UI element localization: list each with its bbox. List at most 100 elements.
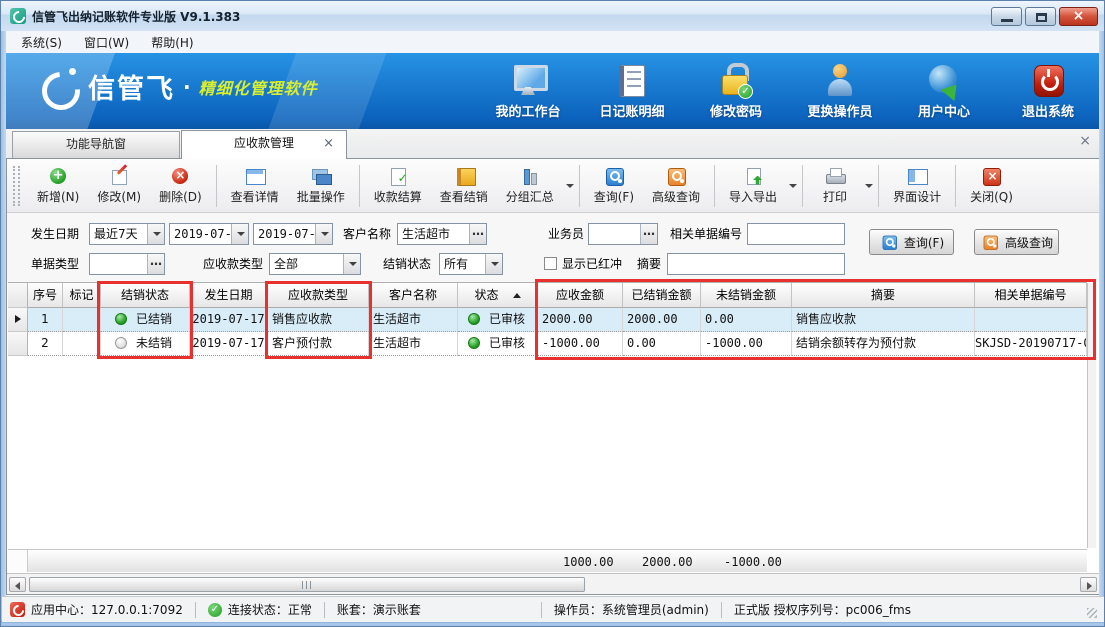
strip-close-icon[interactable]: × xyxy=(1079,133,1091,149)
toolbar-grip[interactable] xyxy=(13,166,20,206)
toolbar-separator xyxy=(216,165,217,207)
banner-action-workbench[interactable]: 我的工作台 xyxy=(487,61,569,120)
column-header-mark[interactable]: 标记 xyxy=(63,283,101,308)
query-filter-button[interactable]: 查询(F) xyxy=(869,229,954,255)
menu-item-system[interactable]: 系统(S) xyxy=(10,32,73,53)
print-dropdown-icon[interactable] xyxy=(865,184,873,188)
minimize-button[interactable] xyxy=(991,7,1022,26)
table-row[interactable]: 2 未结销 2019-07-17 客户预付款 生活超市 已审核 -1000.00… xyxy=(8,332,1087,356)
scroll-right-icon[interactable] xyxy=(1080,577,1097,592)
related-no-input[interactable] xyxy=(747,223,845,245)
import-export-dropdown-icon[interactable] xyxy=(789,184,797,188)
receipt-settle-button[interactable]: 收款结算 xyxy=(365,162,431,210)
column-header-status[interactable]: 状态 xyxy=(458,283,538,308)
settle-status-select[interactable]: 所有 xyxy=(439,253,503,275)
salesman-input[interactable]: … xyxy=(588,223,658,245)
banner-action-usercenter[interactable]: 用户中心 xyxy=(903,61,985,120)
toolbar-separator xyxy=(878,165,879,207)
app-center-status: 应用中心：127.0.0.1:7092 xyxy=(2,601,183,618)
doc-type-input[interactable]: … xyxy=(89,253,165,275)
column-header-unsettled[interactable]: 未结销金额 xyxy=(701,283,792,308)
column-header-customer[interactable]: 客户名称 xyxy=(369,283,458,308)
date-to-input[interactable]: 2019-07-17 xyxy=(253,223,333,245)
chevron-down-icon[interactable] xyxy=(485,254,502,274)
current-row-marker-icon xyxy=(15,315,21,323)
group-summary-button[interactable]: 分组汇总 xyxy=(497,162,563,210)
date-from-input[interactable]: 2019-07-10 xyxy=(169,223,249,245)
add-button[interactable]: 新增(N) xyxy=(28,162,88,210)
menu-item-help[interactable]: 帮助(H) xyxy=(140,32,204,53)
delete-button[interactable]: 删除(D) xyxy=(150,162,211,210)
row-selector[interactable] xyxy=(8,308,28,332)
banner-action-journal[interactable]: 日记账明细 xyxy=(591,61,673,120)
receivable-type-select[interactable]: 全部 xyxy=(269,253,361,275)
table-row[interactable]: 1 已结销 2019-07-17 销售应收款 生活超市 已审核 2000.00 … xyxy=(8,308,1087,332)
maximize-button[interactable] xyxy=(1025,7,1056,26)
advanced-query-button[interactable]: 高级查询 xyxy=(643,162,709,210)
horizontal-scrollbar[interactable] xyxy=(7,573,1100,594)
group-summary-icon xyxy=(520,167,540,185)
chevron-down-icon[interactable] xyxy=(315,224,332,244)
scroll-left-icon[interactable] xyxy=(9,577,26,592)
status-separator xyxy=(324,602,325,618)
resize-grip-icon[interactable] xyxy=(1087,608,1097,618)
window-frame xyxy=(1099,31,1104,622)
banner-action-operator[interactable]: 更换操作员 xyxy=(799,61,881,120)
column-header-related-no[interactable]: 相关单据编号 xyxy=(975,283,1087,308)
toolbar-separator xyxy=(802,165,803,207)
settle-status-label: 结销状态 xyxy=(383,253,431,275)
edit-button[interactable]: 修改(M) xyxy=(88,162,150,210)
tab-receivables[interactable]: 应收款管理 × xyxy=(181,130,347,159)
import-export-icon xyxy=(743,167,763,185)
app-window: 信管飞出纳记账软件专业版 V9.1.383 × 系统(S) 窗口(W) 帮助(H… xyxy=(0,0,1105,627)
column-header-amount[interactable]: 应收金额 xyxy=(538,283,623,308)
print-button[interactable]: 打印 xyxy=(808,162,862,210)
close-red-icon xyxy=(981,167,1001,185)
tab-close-icon[interactable]: × xyxy=(323,131,334,156)
query-button[interactable]: 查询(F) xyxy=(585,162,643,210)
grid-header-row: 序号 标记 结销状态 发生日期 应收款类型 客户名称 状态 应收金额 已结销金额… xyxy=(8,283,1087,308)
summary-input[interactable] xyxy=(667,253,845,275)
show-reversed-checkbox[interactable] xyxy=(544,257,557,270)
banner-action-exit[interactable]: 退出系统 xyxy=(1007,61,1089,120)
user-center-globe-icon xyxy=(928,63,960,97)
group-summary-dropdown-icon[interactable] xyxy=(566,184,574,188)
advanced-query-filter-button[interactable]: 高级查询 xyxy=(974,229,1059,255)
batch-operation-button[interactable]: 批量操作 xyxy=(288,162,354,210)
view-detail-button[interactable]: 查看详情 xyxy=(222,162,288,210)
chevron-down-icon[interactable] xyxy=(231,224,248,244)
toolbar-separator xyxy=(714,165,715,207)
vertical-scrollbar[interactable] xyxy=(1087,283,1096,548)
menu-item-window[interactable]: 窗口(W) xyxy=(73,32,140,53)
app-logo-icon xyxy=(10,8,26,24)
column-header-seq[interactable]: 序号 xyxy=(28,283,63,308)
tab-function-nav[interactable]: 功能导航窗 xyxy=(12,131,180,158)
banner-action-password[interactable]: ✓ 修改密码 xyxy=(695,61,777,120)
doc-type-label: 单据类型 xyxy=(31,253,79,275)
ellipsis-icon[interactable]: … xyxy=(147,254,164,274)
chevron-down-icon[interactable] xyxy=(343,254,360,274)
customer-input[interactable]: 生活超市… xyxy=(397,223,487,245)
view-settlement-button[interactable]: 查看结销 xyxy=(431,162,497,210)
column-header-type[interactable]: 应收款类型 xyxy=(268,283,369,308)
ui-design-button[interactable]: 界面设计 xyxy=(884,162,950,210)
receipt-settle-icon xyxy=(388,167,408,185)
scrollbar-thumb[interactable] xyxy=(29,577,585,592)
column-header-date[interactable]: 发生日期 xyxy=(190,283,268,308)
close-button[interactable]: × xyxy=(1059,7,1098,26)
ellipsis-icon[interactable]: … xyxy=(469,224,486,244)
status-bar: 应用中心：127.0.0.1:7092 ✓ 连接状态：正常 账套：演示账套 操作… xyxy=(2,596,1105,622)
column-header-settle-status[interactable]: 结销状态 xyxy=(101,283,190,308)
close-tab-button[interactable]: 关闭(Q) xyxy=(961,162,1022,210)
column-header-settled[interactable]: 已结销金额 xyxy=(623,283,701,308)
brand-name: 信管飞 xyxy=(88,67,175,106)
import-export-button[interactable]: 导入导出 xyxy=(720,162,786,210)
row-selector[interactable] xyxy=(8,332,28,356)
audit-status-cell: 已审核 xyxy=(458,332,538,356)
ellipsis-icon[interactable]: … xyxy=(640,224,657,244)
journal-detail-icon xyxy=(619,65,645,97)
chevron-down-icon[interactable] xyxy=(147,224,164,244)
add-icon xyxy=(48,167,68,185)
date-preset-select[interactable]: 最近7天 xyxy=(89,223,165,245)
column-header-summary[interactable]: 摘要 xyxy=(792,283,975,308)
